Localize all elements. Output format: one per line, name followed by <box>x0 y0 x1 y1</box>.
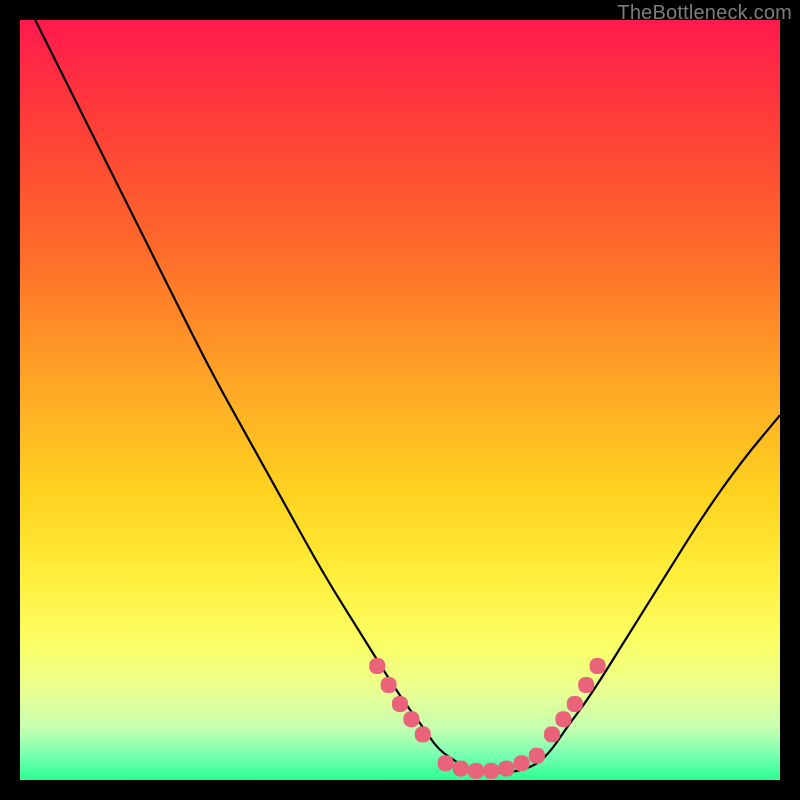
data-marker <box>555 711 571 727</box>
chart-svg <box>20 20 780 780</box>
data-marker <box>483 763 499 779</box>
data-marker <box>498 761 514 777</box>
data-marker <box>403 711 419 727</box>
data-marker <box>381 677 397 693</box>
data-marker <box>468 763 484 779</box>
bottleneck-curve <box>35 20 780 772</box>
data-marker <box>529 748 545 764</box>
data-marker <box>514 755 530 771</box>
data-marker <box>590 658 606 674</box>
data-marker <box>578 677 594 693</box>
data-marker <box>438 755 454 771</box>
curve-path <box>35 20 780 772</box>
data-marker <box>415 726 431 742</box>
plot-area <box>20 20 780 780</box>
data-markers <box>369 658 605 779</box>
data-marker <box>392 696 408 712</box>
data-marker <box>369 658 385 674</box>
data-marker <box>567 696 583 712</box>
data-marker <box>544 726 560 742</box>
data-marker <box>453 761 469 777</box>
chart-frame: TheBottleneck.com <box>0 0 800 800</box>
